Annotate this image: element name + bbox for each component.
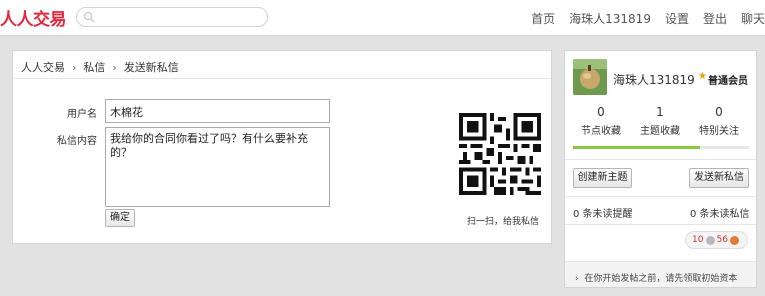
star-icon: ★: [698, 71, 707, 82]
avatar[interactable]: [573, 59, 607, 95]
stat-value: 0: [715, 105, 723, 119]
stat-following[interactable]: 0 特别关注: [690, 105, 748, 137]
divider: [565, 159, 756, 160]
message-textarea[interactable]: 我给你的合同你看过了吗？有什么要补充的？: [105, 127, 330, 207]
nav-home[interactable]: 首页: [531, 10, 555, 27]
chevron-right-icon: ›: [575, 274, 579, 284]
site-logo[interactable]: 人人交易: [0, 5, 67, 30]
tip-text: 在你开始发帖之前，请先领取初始资本: [584, 274, 738, 284]
breadcrumb-messages[interactable]: 私信: [83, 61, 105, 74]
nav-chat[interactable]: 聊天: [741, 10, 765, 27]
silver-coin-icon: [705, 235, 715, 245]
search-input[interactable]: [76, 7, 268, 27]
stat-value: 0: [597, 105, 605, 119]
send-message-button[interactable]: 发送新私信: [689, 168, 749, 188]
unread-reminders-link[interactable]: 0 条未读提醒: [573, 205, 633, 220]
stat-topic-favorites[interactable]: 1 主题收藏: [631, 105, 689, 137]
activity-progress-bar: [573, 146, 749, 149]
message-label: 私信内容: [57, 136, 97, 147]
nav-logout[interactable]: 登出: [703, 10, 727, 27]
recipient-label: 用户名: [67, 109, 97, 120]
chevron-right-icon: ›: [72, 61, 77, 74]
breadcrumb: 人人交易 › 私信 › 发送新私信: [13, 51, 551, 79]
qr-caption: 扫一扫，给我私信: [466, 217, 539, 227]
confirm-button[interactable]: 确定: [105, 209, 135, 227]
chevron-right-icon: ›: [112, 61, 117, 74]
profile-username[interactable]: 海珠人131819: [613, 71, 695, 88]
divider: [565, 196, 756, 197]
divider: [565, 224, 756, 225]
top-nav: 首页 海珠人131819 设置 登出 聊天: [517, 10, 765, 27]
stat-value: 1: [656, 105, 664, 119]
bronze-coin-count: 56: [716, 235, 728, 245]
create-topic-button[interactable]: 创建新主题: [573, 168, 632, 188]
recipient-input[interactable]: 木棉花: [105, 99, 330, 123]
nav-profile[interactable]: 海珠人131819: [569, 10, 651, 27]
search-icon: [83, 11, 95, 23]
top-bar: 人人交易 首页 海珠人131819 设置 登出 聊天: [0, 0, 765, 36]
starter-capital-tip[interactable]: › 在你开始发帖之前，请先领取初始资本: [565, 261, 756, 287]
qr-code: [459, 113, 541, 195]
stat-label: 主题收藏: [640, 126, 680, 137]
breadcrumb-home[interactable]: 人人交易: [21, 61, 65, 74]
stat-label: 特别关注: [699, 126, 739, 137]
bronze-coin-icon: [729, 235, 739, 245]
stat-node-favorites[interactable]: 0 节点收藏: [572, 105, 630, 137]
unread-messages-link[interactable]: 0 条未读私信: [690, 205, 750, 220]
silver-coin-count: 10: [692, 235, 704, 245]
compose-panel: 人人交易 › 私信 › 发送新私信 用户名 木棉花 私信内容 我给你的合同你看过了吗？有…: [12, 50, 552, 244]
coin-balance[interactable]: 10 56: [685, 231, 748, 249]
progress-fill: [573, 146, 700, 149]
breadcrumb-current: 发送新私信: [123, 61, 179, 74]
nav-settings[interactable]: 设置: [665, 10, 689, 27]
stat-label: 节点收藏: [581, 126, 621, 137]
profile-sidebar: 海珠人131819 ★ 普通会员 0 节点收藏 1 主题收藏 0 特别关注 创建…: [564, 50, 757, 288]
member-level: 普通会员: [708, 76, 748, 87]
